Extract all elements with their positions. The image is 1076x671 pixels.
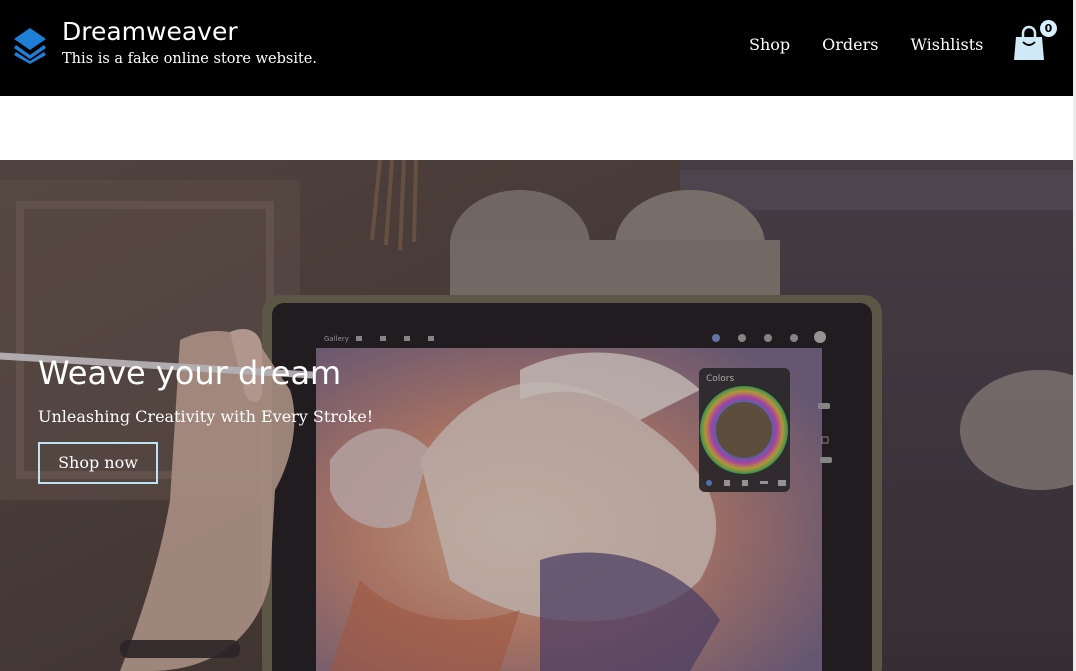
hero-title: Weave your dream	[38, 354, 342, 392]
nav-shop-link[interactable]: Shop	[749, 35, 790, 54]
cart-count-badge: 0	[1040, 20, 1057, 37]
hero-subtitle: Unleashing Creativity with Every Stroke!	[38, 407, 374, 426]
nav-orders-link[interactable]: Orders	[822, 35, 878, 54]
cart-button[interactable]: 0	[1012, 20, 1060, 62]
hero-banner: Gallery Colors Weave your dream Unleashi…	[0, 160, 1073, 671]
brand-tagline: This is a fake online store website.	[62, 51, 317, 67]
nav-wishlists-link[interactable]: Wishlists	[910, 35, 983, 54]
main-nav: Shop Orders Wishlists	[749, 35, 983, 54]
shop-now-button[interactable]: Shop now	[38, 442, 158, 484]
site-header: Dreamweaver This is a fake online store …	[0, 0, 1073, 96]
layers-icon[interactable]	[12, 26, 48, 64]
brand-name[interactable]: Dreamweaver	[62, 17, 238, 46]
